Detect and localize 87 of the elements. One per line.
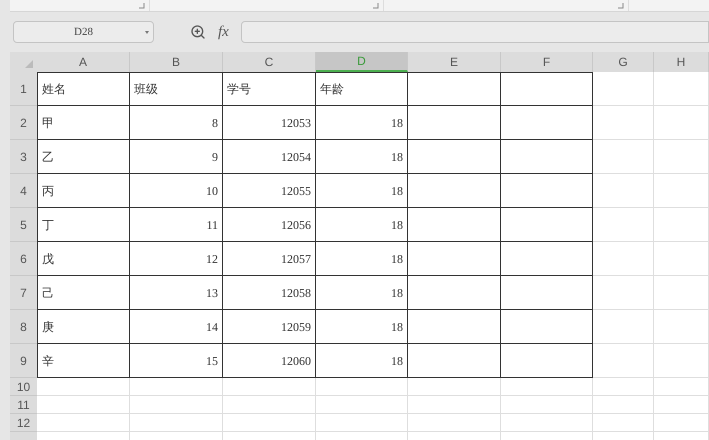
table-cell: 己 [37,276,130,310]
launcher-icon[interactable] [373,3,379,9]
table-cell: 学号 [223,72,316,106]
table-cell [593,174,654,208]
table-cell: 18 [316,208,408,242]
table-cell: 9 [130,140,223,174]
table-cell: 10 [130,174,223,208]
table-cell: 18 [316,344,408,378]
table-cell: 12053 [223,106,316,140]
table-cell [593,276,654,310]
column-header[interactable]: G [593,52,654,72]
table-cell: 乙 [37,140,130,174]
column-header[interactable]: F [501,52,593,72]
function-label[interactable]: fx [218,20,229,44]
table-cell [654,72,709,106]
table-cell [593,72,654,106]
row-header[interactable]: 10 [10,378,37,396]
table-cell [654,140,709,174]
table-cell: 12055 [223,174,316,208]
row-header[interactable]: 9 [10,344,37,378]
table-cell: 18 [316,242,408,276]
table-cell: 15 [130,344,223,378]
table-cell: 戊 [37,242,130,276]
table-cell: 12056 [223,208,316,242]
table-cell: 13 [130,276,223,310]
table-cell: 12054 [223,140,316,174]
table-cell [654,106,709,140]
table-cell: 12059 [223,310,316,344]
table-cell: 12057 [223,242,316,276]
row-header[interactable]: 2 [10,106,37,140]
row-header[interactable]: 7 [10,276,37,310]
row-header[interactable]: 11 [10,396,37,414]
table-cell: 12060 [223,344,316,378]
row-header[interactable]: 1 [10,72,37,106]
row-header[interactable]: 12 [10,414,37,432]
table-cell: 18 [316,174,408,208]
table-cell [593,414,654,432]
table-cell [593,242,654,276]
table-cell [593,344,654,378]
column-header[interactable]: E [408,52,501,72]
table-cell: 姓名 [37,72,130,106]
row-header[interactable]: 6 [10,242,37,276]
column-header[interactable]: B [130,52,223,72]
dropdown-caret-icon [145,31,149,34]
table-cell: 18 [316,140,408,174]
table-cell [654,396,709,414]
table-cell: 8 [130,106,223,140]
table-cell: 12058 [223,276,316,310]
table-cell: 12 [130,242,223,276]
column-header[interactable]: A [37,52,130,72]
table-cell [654,310,709,344]
row-header[interactable]: 5 [10,208,37,242]
table-cell: 丙 [37,174,130,208]
table-cell: 18 [316,310,408,344]
table-cell [593,310,654,344]
table-cell: 庚 [37,310,130,344]
table-cell [654,414,709,432]
table-cell [654,242,709,276]
table-cell: 甲 [37,106,130,140]
row-header[interactable]: 8 [10,310,37,344]
table-cell [654,378,709,396]
table-cell: 18 [316,276,408,310]
table-cell: 丁 [37,208,130,242]
table-cell [593,140,654,174]
column-header[interactable]: H [654,52,709,72]
table-cell [593,208,654,242]
table-cell [593,378,654,396]
table-cell: 年龄 [316,72,408,106]
launcher-icon[interactable] [139,3,145,9]
table-cell: 18 [316,106,408,140]
row-header[interactable]: 3 [10,140,37,174]
table-cell: 11 [130,208,223,242]
table-cell [654,344,709,378]
table-cell: 班级 [130,72,223,106]
table-cell [593,106,654,140]
table-cell [654,174,709,208]
table-cell [593,396,654,414]
table-cell: 辛 [37,344,130,378]
name-box[interactable]: D28 [13,21,154,43]
table-cell [654,276,709,310]
row-header[interactable]: 4 [10,174,37,208]
zoom-icon[interactable] [190,24,206,40]
column-header[interactable]: C [223,52,316,72]
table-cell [654,208,709,242]
formula-input-field[interactable] [240,21,709,43]
launcher-icon[interactable] [618,3,624,9]
table-cell: 14 [130,310,223,344]
